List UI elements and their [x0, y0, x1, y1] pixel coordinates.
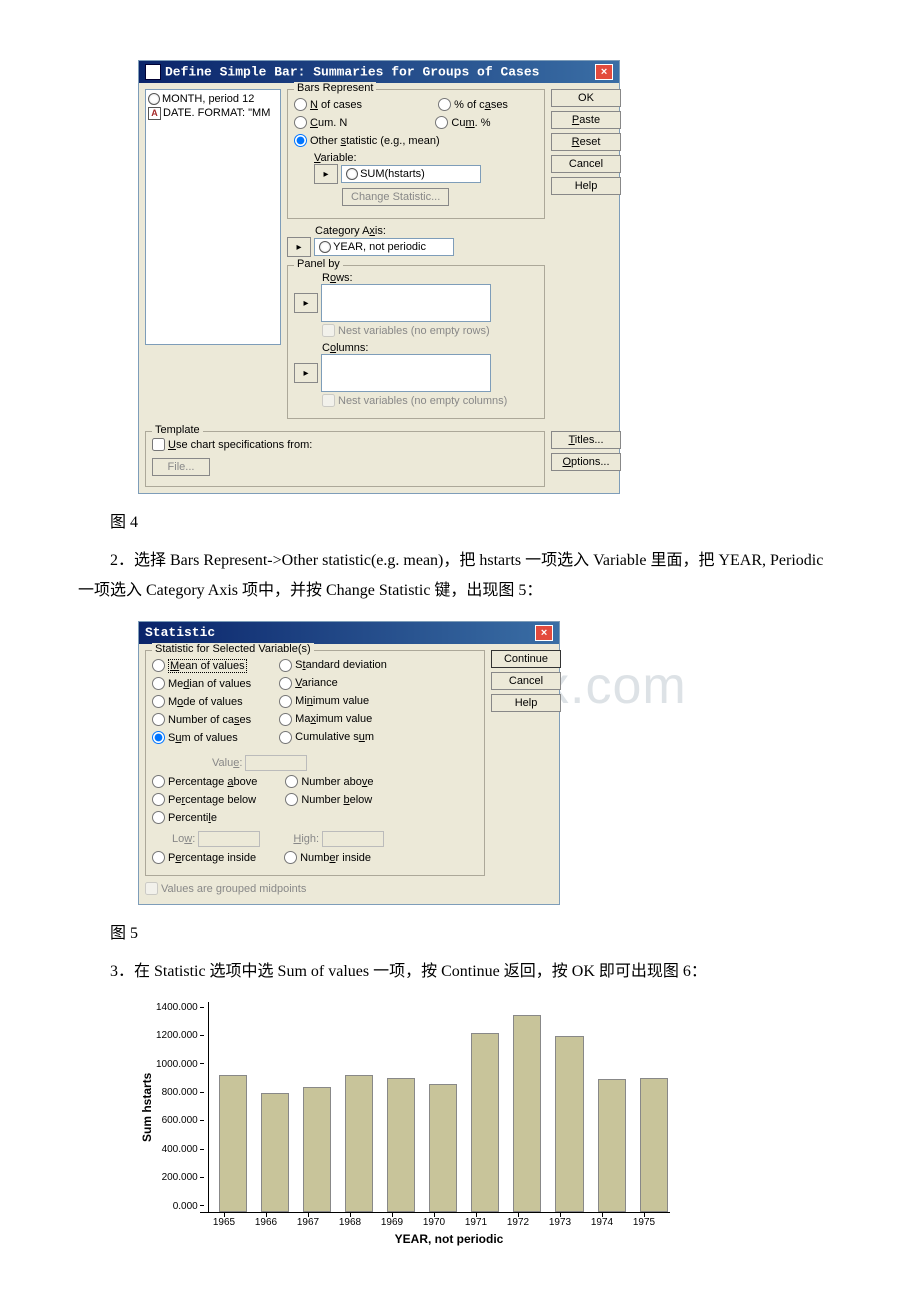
low-label: Low:: [172, 833, 195, 845]
figure-5-caption: 图 5: [78, 919, 842, 943]
text-var-icon: A: [148, 107, 161, 120]
radio-ncases[interactable]: Number of cases: [152, 713, 251, 726]
move-to-rows-button[interactable]: ▸: [294, 293, 318, 313]
category-axis-label: Category Axis:: [315, 225, 545, 237]
radio-std[interactable]: Standard deviation: [279, 659, 387, 672]
paragraph-2: 2．选择 Bars Represent->Other statistic(e.g…: [78, 546, 842, 607]
chart-bar: [555, 1036, 583, 1212]
chart-bar: [261, 1093, 289, 1212]
move-to-category-button[interactable]: ▸: [287, 237, 311, 257]
panel-legend: Panel by: [294, 258, 343, 270]
radio-cum-pct[interactable]: Cum. %: [435, 116, 490, 129]
radio-min[interactable]: Minimum value: [279, 695, 369, 708]
chart-plot-area: [208, 1002, 678, 1212]
statistic-group: Statistic for Selected Variable(s) Mean …: [145, 650, 485, 877]
ok-button[interactable]: OK: [551, 89, 621, 107]
nest-cols-check: Nest variables (no empty columns): [322, 394, 507, 407]
variable-list[interactable]: MONTH, period 12 ADATE. FORMAT: "MM: [145, 89, 281, 345]
cancel-button[interactable]: Cancel: [551, 155, 621, 173]
radio-mean[interactable]: Mean of values: [152, 659, 247, 673]
bars-represent-group: Bars Represent N of cases % of cases Cum…: [287, 89, 545, 219]
radio-pct-inside[interactable]: Percentage inside: [152, 851, 256, 864]
template-group: Template Use chart specifications from: …: [145, 431, 545, 487]
nest-rows-check: Nest variables (no empty rows): [322, 324, 490, 337]
paragraph-3: 3．在 Statistic 选项中选 Sum of values 一项，按 Co…: [78, 957, 842, 987]
radio-n-below[interactable]: Number below: [285, 793, 372, 806]
chart-bar: [640, 1078, 668, 1212]
cancel-button[interactable]: Cancel: [491, 672, 561, 690]
paste-button[interactable]: Paste: [551, 111, 621, 129]
figure-4-caption: 图 4: [78, 508, 842, 532]
dialog-titlebar: Define Simple Bar: Summaries for Groups …: [139, 61, 619, 83]
dialog-titlebar: Statistic ×: [139, 622, 559, 644]
define-bar-dialog: Define Simple Bar: Summaries for Groups …: [138, 60, 620, 494]
chart-bar: [513, 1015, 541, 1212]
dialog-title: Define Simple Bar: Summaries for Groups …: [165, 64, 539, 79]
radio-pct-of-cases[interactable]: % of cases: [438, 98, 508, 111]
chart-bar: [345, 1075, 373, 1212]
move-to-columns-button[interactable]: ▸: [294, 363, 318, 383]
radio-cum-n[interactable]: Cum. N: [294, 116, 347, 129]
rows-label: Rows:: [322, 272, 538, 284]
clock-icon: [346, 168, 358, 180]
bar-chart: Sum hstarts 1400.0001200.0001000.000800.…: [138, 1002, 698, 1246]
chart-yaxis: 1400.0001200.0001000.000800.000600.00040…: [156, 1002, 208, 1212]
titles-button[interactable]: Titles...: [551, 431, 621, 449]
chart-bar: [387, 1078, 415, 1212]
radio-mode[interactable]: Mode of values: [152, 695, 243, 708]
radio-pct-below[interactable]: Percentage below: [152, 793, 256, 806]
radio-percentile[interactable]: Percentile: [152, 811, 217, 824]
close-icon[interactable]: ×: [535, 625, 553, 641]
clock-icon: [319, 241, 331, 253]
radio-n-of-cases[interactable]: N of cases: [294, 98, 362, 111]
reset-button[interactable]: Reset: [551, 133, 621, 151]
chart-xlabel: YEAR, not periodic: [200, 1232, 698, 1246]
radio-median[interactable]: Median of values: [152, 677, 251, 690]
change-statistic-button[interactable]: Change Statistic...: [342, 188, 449, 206]
value-label: Value:: [212, 755, 478, 771]
radio-cumsum[interactable]: Cumulative sum: [279, 731, 374, 744]
radio-max[interactable]: Maximum value: [279, 713, 372, 726]
help-button[interactable]: Help: [551, 177, 621, 195]
group-legend: Statistic for Selected Variable(s): [152, 643, 314, 655]
continue-button[interactable]: Continue: [491, 650, 561, 668]
list-item[interactable]: MONTH, period 12: [148, 92, 278, 106]
chart-xaxis: 1965196619671968196919701971197219731974…: [200, 1212, 670, 1228]
grouped-midpoints-check: Values are grouped midpoints: [145, 882, 306, 895]
high-label: High:: [293, 833, 319, 845]
statistic-dialog: Statistic × Statistic for Selected Varia…: [138, 621, 560, 906]
clock-icon: [148, 93, 160, 105]
move-to-variable-button[interactable]: ▸: [314, 164, 338, 184]
app-icon: [145, 64, 161, 80]
chart-bar: [303, 1087, 331, 1212]
radio-var[interactable]: Variance: [279, 677, 338, 690]
radio-other-statistic[interactable]: Other statistic (e.g., mean): [294, 134, 440, 147]
category-axis-well[interactable]: YEAR, not periodic: [314, 238, 454, 256]
radio-pct-above[interactable]: Percentage above: [152, 775, 257, 788]
template-legend: Template: [152, 424, 203, 436]
chart-ylabel: Sum hstarts: [138, 1002, 156, 1212]
list-item[interactable]: ADATE. FORMAT: "MM: [148, 106, 278, 121]
chart-bar: [429, 1084, 457, 1212]
close-icon[interactable]: ×: [595, 64, 613, 80]
radio-sum[interactable]: Sum of values: [152, 731, 238, 744]
chart-bar: [219, 1075, 247, 1212]
panel-by-group: Panel by Rows: ▸ Nest variables (no empt…: [287, 265, 545, 419]
radio-n-above[interactable]: Number above: [285, 775, 373, 788]
columns-label: Columns:: [322, 342, 538, 354]
variable-label: Variable:: [314, 152, 538, 164]
use-chart-spec-check[interactable]: Use chart specifications from:: [152, 438, 312, 451]
file-button: File...: [152, 458, 210, 476]
chart-bar: [598, 1079, 626, 1212]
dialog-title: Statistic: [145, 625, 215, 640]
rows-well[interactable]: [321, 284, 491, 322]
radio-n-inside[interactable]: Number inside: [284, 851, 371, 864]
options-button[interactable]: Options...: [551, 453, 621, 471]
chart-bar: [471, 1033, 499, 1212]
variable-well[interactable]: SUM(hstarts): [341, 165, 481, 183]
columns-well[interactable]: [321, 354, 491, 392]
help-button[interactable]: Help: [491, 694, 561, 712]
group-legend: Bars Represent: [294, 82, 376, 94]
